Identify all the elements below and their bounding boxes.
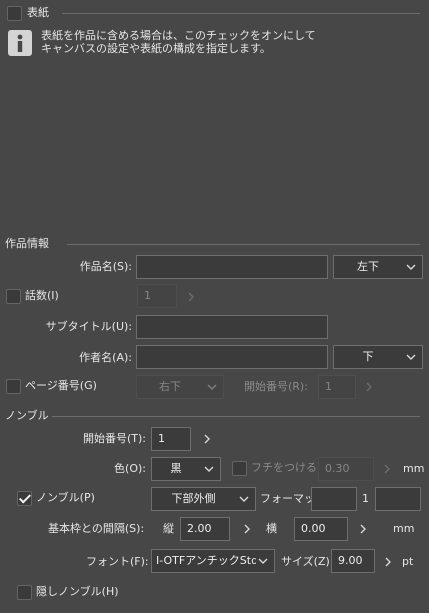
- work-info-section-title: 作品情報: [5, 237, 49, 250]
- border-unit: mm: [403, 462, 425, 475]
- vertical-label: 縦: [163, 522, 174, 535]
- format-prefix-input[interactable]: [311, 487, 357, 511]
- nombre-section-title: ノンブル: [5, 409, 49, 422]
- border-width-input[interactable]: 0.30: [318, 457, 374, 481]
- chevron-down-icon: [207, 384, 217, 390]
- format-number: 1: [362, 492, 369, 505]
- size-unit: pt: [402, 555, 414, 568]
- cover-label: 表紙: [27, 6, 49, 19]
- vertical-next-arrow-icon[interactable]: [243, 524, 251, 534]
- horizontal-next-arrow-icon[interactable]: [359, 524, 367, 534]
- vertical-distance-input[interactable]: 2.00: [180, 517, 230, 541]
- nombre-start-input[interactable]: 1: [151, 427, 191, 451]
- title-input[interactable]: [136, 255, 328, 279]
- chevron-down-icon: [239, 496, 249, 502]
- start-number-label: 開始番号(R):: [244, 380, 308, 393]
- chevron-down-icon: [406, 264, 416, 270]
- horizontal-label: 横: [266, 522, 277, 535]
- color-label: 色(O):: [114, 462, 146, 475]
- page-number-position-select[interactable]: 右下: [136, 375, 224, 399]
- page-number-checkbox[interactable]: [6, 379, 21, 394]
- color-select[interactable]: 黒: [151, 457, 221, 481]
- horizontal-distance-input[interactable]: 0.00: [294, 517, 348, 541]
- size-label: サイズ(Z):: [281, 555, 334, 568]
- start-number-input[interactable]: 1: [318, 375, 356, 399]
- format-suffix-input[interactable]: [375, 487, 421, 511]
- chevron-down-icon: [258, 558, 268, 564]
- title-position-value: 左下: [357, 260, 379, 273]
- subtitle-input[interactable]: [136, 315, 328, 339]
- page-number-label: ページ番号(G): [25, 379, 97, 392]
- author-input[interactable]: [136, 345, 328, 369]
- cover-checkbox[interactable]: [7, 6, 22, 21]
- episode-next-arrow-icon[interactable]: [187, 292, 195, 302]
- episode-input[interactable]: 1: [137, 284, 177, 308]
- font-value: I-OTFアンチックStd B: [156, 554, 256, 567]
- chevron-down-icon: [204, 466, 214, 472]
- size-input[interactable]: 9.00: [331, 549, 375, 573]
- cover-info-line1: 表紙を作品に含める場合は、このチェックをオンにして: [41, 29, 316, 42]
- nombre-position-value: 下部外側: [171, 492, 216, 505]
- color-value: 黒: [170, 462, 182, 475]
- nombre-label: ノンブル(P): [36, 491, 95, 504]
- font-select[interactable]: I-OTFアンチックStd B: [151, 549, 275, 573]
- work-info-separator: [67, 244, 420, 245]
- title-label: 作品名(S):: [79, 260, 132, 273]
- size-next-arrow-icon[interactable]: [384, 557, 392, 567]
- info-icon: [8, 30, 32, 56]
- border-checkbox[interactable]: [232, 461, 247, 476]
- distance-unit: mm: [393, 522, 415, 535]
- nombre-start-label: 開始番号(T):: [82, 432, 146, 445]
- border-width-next-arrow-icon[interactable]: [383, 464, 391, 474]
- distance-label: 基本枠との間隔(S):: [48, 522, 145, 535]
- nombre-separator: [52, 416, 420, 417]
- episode-checkbox[interactable]: [6, 289, 21, 304]
- chevron-down-icon: [406, 354, 416, 360]
- font-label: フォント(F):: [86, 555, 149, 568]
- author-position-value: 下: [362, 350, 374, 363]
- episode-label: 話数(I): [25, 289, 59, 302]
- hidden-nombre-label: 隠しノンブル(H): [36, 585, 119, 598]
- author-position-select[interactable]: 下: [333, 345, 423, 369]
- nombre-position-select[interactable]: 下部外側: [151, 487, 256, 511]
- start-number-next-arrow-icon[interactable]: [365, 382, 373, 392]
- nombre-start-next-arrow-icon[interactable]: [203, 434, 211, 444]
- page-number-position-value: 右下: [159, 380, 181, 393]
- cover-separator: [62, 13, 420, 14]
- title-position-select[interactable]: 左下: [333, 255, 423, 279]
- nombre-checkbox[interactable]: [17, 491, 32, 506]
- author-label: 作者名(A):: [79, 351, 132, 364]
- cover-info-line2: キャンバスの設定や表紙の構成を指定します。: [41, 42, 271, 55]
- hidden-nombre-checkbox[interactable]: [17, 585, 32, 600]
- subtitle-label: サブタイトル(U):: [45, 320, 132, 333]
